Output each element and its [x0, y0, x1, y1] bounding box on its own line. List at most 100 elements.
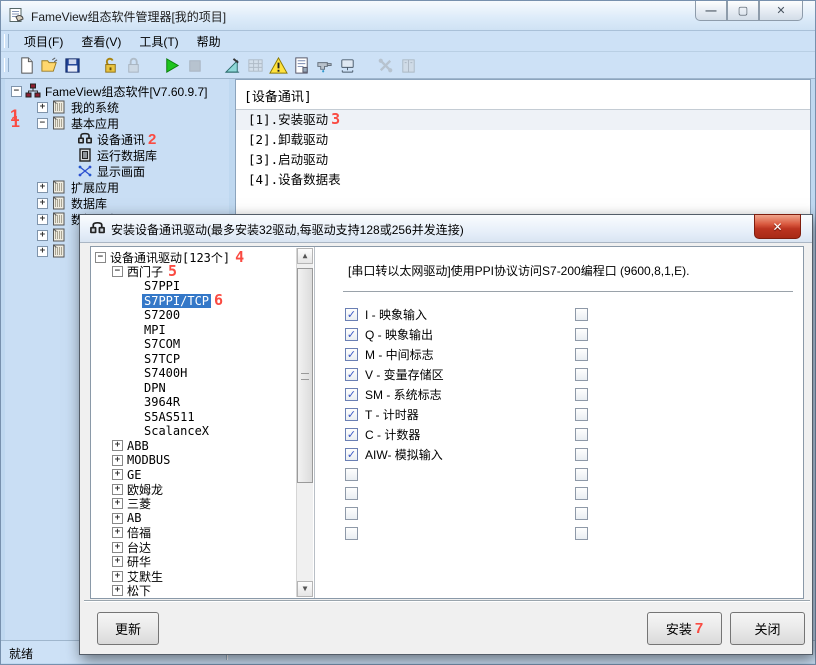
checked-checkbox[interactable]: ✓ — [345, 328, 358, 341]
expand-icon[interactable]: + — [112, 542, 123, 553]
unlock-button[interactable] — [99, 54, 122, 77]
tree-item[interactable]: +数据库 — [5, 195, 229, 211]
driver-tree-item[interactable]: S7PPI/TCP6 — [91, 294, 314, 309]
scroll-down-icon[interactable]: ▼ — [297, 581, 313, 597]
warning-button[interactable] — [267, 54, 290, 77]
content-list-item[interactable]: [1].安装驱动3 — [236, 110, 810, 130]
expand-icon[interactable]: + — [112, 469, 123, 480]
checked-checkbox[interactable]: ✓ — [345, 308, 358, 321]
unchecked-checkbox[interactable] — [575, 308, 588, 321]
expand-icon[interactable]: + — [37, 182, 48, 193]
database-icon — [77, 147, 94, 163]
unchecked-checkbox[interactable] — [575, 448, 588, 461]
unchecked-checkbox[interactable] — [575, 428, 588, 441]
tree-item[interactable]: +扩展应用 — [5, 179, 229, 195]
driver-tree-item[interactable]: −西门子5 — [91, 265, 314, 280]
scroll-up-icon[interactable]: ▲ — [297, 248, 313, 264]
minimize-button[interactable]: — — [695, 1, 727, 21]
expand-icon[interactable]: + — [112, 484, 123, 495]
expand-icon[interactable]: + — [37, 246, 48, 257]
driver-tree-item[interactable]: S7COM — [91, 337, 314, 352]
driver-tree-item[interactable]: 3964R — [91, 395, 314, 410]
collapse-icon[interactable]: − — [95, 252, 106, 263]
scrollbar-thumb[interactable] — [297, 268, 313, 483]
report-button[interactable] — [290, 54, 313, 77]
tree-item[interactable]: 显示画面 — [5, 163, 229, 179]
unchecked-checkbox[interactable] — [345, 468, 358, 481]
expand-icon[interactable]: + — [112, 455, 123, 466]
collapse-icon[interactable]: − — [112, 266, 123, 277]
save-button[interactable] — [61, 54, 84, 77]
unchecked-checkbox[interactable] — [345, 527, 358, 540]
checked-checkbox[interactable]: ✓ — [345, 368, 358, 381]
open-project-button[interactable] — [38, 54, 61, 77]
expand-icon[interactable]: + — [37, 230, 48, 241]
run-button[interactable] — [160, 54, 183, 77]
driver-tree-item[interactable]: S7TCP — [91, 352, 314, 367]
install-button[interactable]: 安装 7 — [647, 612, 722, 645]
expand-icon[interactable]: + — [112, 556, 123, 567]
unchecked-checkbox[interactable] — [575, 527, 588, 540]
checked-checkbox[interactable]: ✓ — [345, 408, 358, 421]
network-button[interactable] — [336, 54, 359, 77]
unchecked-checkbox[interactable] — [575, 348, 588, 361]
content-list-item[interactable]: [3].启动驱动 — [236, 150, 810, 170]
checked-checkbox[interactable]: ✓ — [345, 448, 358, 461]
expand-icon[interactable]: + — [112, 571, 123, 582]
content-list-item[interactable]: [2].卸载驱动 — [236, 130, 810, 150]
tree-item[interactable]: 1−基本应用 — [5, 115, 229, 131]
close-button[interactable]: 关闭 — [730, 612, 805, 645]
driver-tree-item[interactable]: DPN — [91, 381, 314, 396]
expand-icon[interactable]: + — [112, 527, 123, 538]
faucet-button[interactable] — [313, 54, 336, 77]
driver-tree-item[interactable]: S5AS511 — [91, 410, 314, 425]
expand-icon[interactable]: + — [37, 102, 48, 113]
menu-item-1[interactable]: 查看(V) — [72, 31, 130, 52]
maximize-button[interactable]: ▢ — [727, 1, 759, 21]
register-label: I - 映象输入 — [365, 306, 427, 323]
unchecked-checkbox[interactable] — [575, 408, 588, 421]
tree-item[interactable]: −FameView组态软件[V7.60.9.7] — [5, 83, 229, 99]
content-list-item[interactable]: [4].设备数据表 — [236, 170, 810, 190]
expand-icon[interactable]: + — [112, 440, 123, 451]
unchecked-checkbox[interactable] — [575, 388, 588, 401]
driver-tree-item[interactable]: ScalanceX — [91, 424, 314, 439]
driver-tree-scrollbar[interactable]: ▲ ▼ — [296, 248, 313, 597]
update-button[interactable]: 更新 — [97, 612, 159, 645]
unchecked-checkbox[interactable] — [345, 487, 358, 500]
unchecked-checkbox[interactable] — [575, 487, 588, 500]
close-button[interactable]: ✕ — [759, 1, 803, 21]
menu-item-3[interactable]: 帮助 — [188, 31, 230, 52]
driver-tree-item[interactable]: +三菱 — [91, 497, 314, 512]
expand-icon[interactable]: + — [112, 513, 123, 524]
design-button[interactable] — [221, 54, 244, 77]
unchecked-checkbox[interactable] — [575, 328, 588, 341]
expand-icon[interactable]: + — [37, 198, 48, 209]
menu-item-2[interactable]: 工具(T) — [130, 31, 187, 52]
expand-icon[interactable]: + — [37, 214, 48, 225]
checked-checkbox[interactable]: ✓ — [345, 428, 358, 441]
driver-tree-item[interactable]: S7PPI — [91, 279, 314, 294]
driver-tree-item[interactable]: S7400H — [91, 366, 314, 381]
menu-item-0[interactable]: 项目(F) — [15, 31, 72, 52]
driver-tree-item[interactable]: MPI — [91, 323, 314, 338]
driver-tree-item[interactable]: +MODBUS — [91, 453, 314, 468]
driver-tree-item[interactable]: +ABB — [91, 439, 314, 454]
checked-checkbox[interactable]: ✓ — [345, 388, 358, 401]
tree-item[interactable]: 设备通讯2 — [5, 131, 229, 147]
collapse-icon[interactable]: − — [37, 118, 48, 129]
unchecked-checkbox[interactable] — [575, 468, 588, 481]
collapse-icon[interactable]: − — [11, 86, 22, 97]
driver-tree-item[interactable]: S7200 — [91, 308, 314, 323]
driver-tree-item[interactable]: +松下 — [91, 584, 314, 599]
unchecked-checkbox[interactable] — [575, 368, 588, 381]
new-file-button[interactable] — [15, 54, 38, 77]
unchecked-checkbox[interactable] — [345, 507, 358, 520]
expand-icon[interactable]: + — [112, 585, 123, 596]
unchecked-checkbox[interactable] — [575, 507, 588, 520]
checked-checkbox[interactable]: ✓ — [345, 348, 358, 361]
tree-item[interactable]: +我的系统 — [5, 99, 229, 115]
expand-icon[interactable]: + — [112, 498, 123, 509]
dialog-close-button[interactable]: ✕ — [754, 214, 801, 239]
tree-item[interactable]: 运行数据库 — [5, 147, 229, 163]
